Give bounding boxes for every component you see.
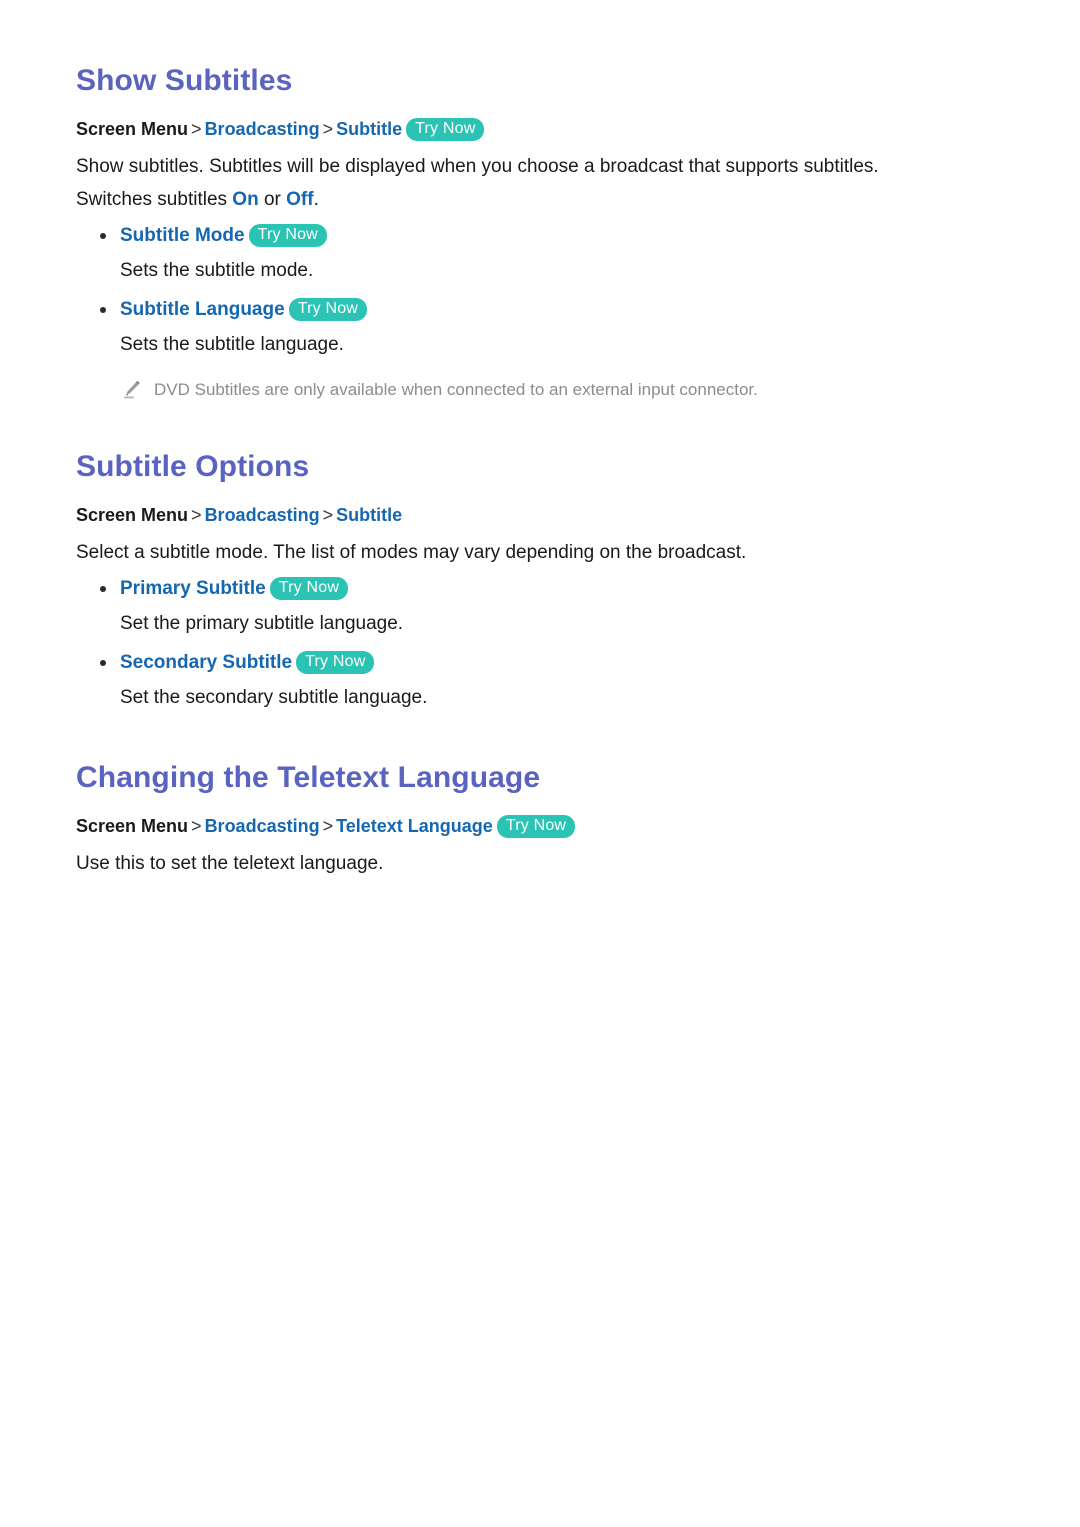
list-item: Secondary Subtitle Try Now [76, 649, 1016, 677]
paragraph-lead: Switches subtitles [76, 189, 233, 210]
breadcrumb-subtitle-options: Screen Menu > Broadcasting > Subtitle [76, 502, 1016, 528]
breadcrumb-item-teletext-language[interactable]: Teletext Language [336, 816, 493, 836]
breadcrumb-separator: > [322, 816, 334, 836]
list-item-label[interactable]: Subtitle Mode [120, 225, 245, 246]
list-item-description: Sets the subtitle language. [120, 334, 344, 355]
inline-link-off[interactable]: Off [286, 189, 313, 210]
breadcrumb-item-broadcasting[interactable]: Broadcasting [205, 816, 320, 836]
section-paragraph: Select a subtitle mode. The list of mode… [76, 542, 747, 563]
breadcrumb-separator: > [191, 119, 202, 139]
breadcrumb-teletext-language: Screen Menu > Broadcasting > Teletext Langua… [76, 813, 1016, 839]
breadcrumb-separator: > [322, 119, 334, 139]
breadcrumb-root: Screen Menu [76, 119, 189, 139]
try-now-badge[interactable]: Try Now [406, 118, 485, 141]
bullet-dot-icon [100, 660, 106, 666]
bullet-dot-icon [100, 233, 106, 239]
list-item: Primary Subtitle Try Now [76, 575, 1016, 603]
content-column: Show Subtitles Screen Menu > Broadcasting >… [76, 0, 1016, 880]
try-now-badge[interactable]: Try Now [288, 298, 368, 321]
section-paragraph: Use this to set the teletext language. [76, 853, 384, 874]
try-now-badge[interactable]: Try Now [269, 577, 349, 600]
bullet-dot-icon [100, 586, 106, 592]
list-item-description: Sets the subtitle mode. [120, 260, 314, 281]
list-item: Subtitle Mode Try Now [76, 222, 1016, 250]
breadcrumb-item-subtitle[interactable]: Subtitle [336, 119, 402, 139]
breadcrumb-separator: > [191, 505, 202, 525]
section-paragraph: Show subtitles. Subtitles will be displa… [76, 156, 879, 177]
try-now-badge[interactable]: Try Now [296, 651, 375, 674]
list-item-label[interactable]: Secondary Subtitle [120, 652, 292, 673]
list-item-description: Set the primary subtitle language. [120, 613, 404, 634]
breadcrumb-item-broadcasting[interactable]: Broadcasting [205, 119, 320, 139]
list-item-label[interactable]: Primary Subtitle [120, 578, 266, 599]
pencil-icon [121, 379, 143, 401]
section-heading-show-subtitles: Show Subtitles [76, 64, 293, 97]
list-item-label[interactable]: Subtitle Language [120, 299, 285, 320]
breadcrumb-item-broadcasting[interactable]: Broadcasting [205, 505, 320, 525]
section-heading-teletext-language: Changing the Teletext Language [76, 761, 541, 794]
breadcrumb-separator: > [191, 816, 202, 836]
breadcrumb-root: Screen Menu [76, 505, 189, 525]
inline-link-on[interactable]: On [232, 189, 258, 210]
breadcrumb-show-subtitles: Screen Menu > Broadcasting > Subtitle Try Now [76, 116, 1016, 142]
try-now-badge[interactable]: Try Now [248, 224, 327, 247]
paragraph-middle: or [258, 189, 287, 210]
list-item-description: Set the secondary subtitle language. [120, 687, 428, 708]
bullet-dot-icon [100, 307, 106, 313]
breadcrumb-separator: > [322, 505, 334, 525]
breadcrumb-item-subtitle[interactable]: Subtitle [336, 505, 402, 525]
paragraph-tail: . [313, 189, 319, 210]
note-text: DVD Subtitles are only available when co… [154, 380, 758, 399]
section-heading-subtitle-options: Subtitle Options [76, 450, 310, 483]
try-now-badge[interactable]: Try Now [496, 815, 576, 838]
list-item: Subtitle Language Try Now [76, 296, 1016, 324]
note-row: DVD Subtitles are only available when co… [76, 378, 1016, 402]
breadcrumb-root: Screen Menu [76, 816, 189, 836]
document-page: Show Subtitles Screen Menu > Broadcasting >… [0, 0, 1080, 1527]
section-paragraph-switches: Switches subtitles On or Off. [76, 183, 1016, 216]
